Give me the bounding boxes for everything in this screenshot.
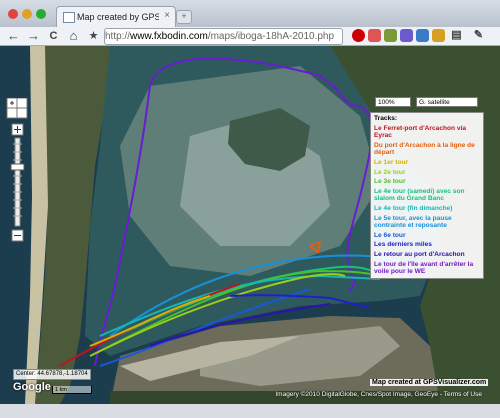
- close-window-icon[interactable]: [8, 9, 18, 19]
- zoom-slider-handle[interactable]: [10, 163, 25, 171]
- zoom-slider-track[interactable]: [14, 137, 21, 227]
- legend-track-item[interactable]: Le 2e tour: [374, 169, 480, 177]
- map-type-select[interactable]: G. satellite: [416, 97, 478, 107]
- extension-icon[interactable]: [432, 29, 445, 42]
- map-scale-bar: 1 km: [52, 386, 92, 394]
- forward-button[interactable]: →: [26, 28, 41, 44]
- legend-track-item[interactable]: Le 1er tour: [374, 159, 480, 167]
- center-coordinates: Center: 44.67878,-1.18704: [13, 369, 91, 380]
- extension-icon[interactable]: [416, 29, 429, 42]
- browser-window: Map created by GPS Visualiz... × + ← → C…: [0, 0, 500, 418]
- tab-title: Map created by GPS Visualiz...: [77, 12, 159, 22]
- legend-track-item[interactable]: Le 5e tour, avec la pause contrainte et …: [374, 215, 480, 230]
- google-logo: Google: [13, 381, 51, 393]
- tracks-legend: Tracks: Le Ferret-port d'Arcachon via Ey…: [370, 112, 484, 279]
- legend-track-item[interactable]: Le 4e tour (samedi) avec son slalom du G…: [374, 188, 480, 203]
- legend-track-item[interactable]: Les derniers miles: [374, 241, 480, 249]
- extension-icon[interactable]: [384, 29, 397, 42]
- status-bar: [0, 404, 500, 418]
- extension-icon[interactable]: [368, 29, 381, 42]
- toolbar: ← → C ⌂ ★ http://www.fxbodin.com/maps/ib…: [0, 27, 500, 46]
- tab-close-icon[interactable]: ×: [164, 10, 170, 21]
- page-favicon-icon: [63, 12, 75, 23]
- legend-track-item[interactable]: Le retour au port d'Arcachon: [374, 251, 480, 259]
- bookmark-star-icon[interactable]: ★: [86, 28, 101, 44]
- satellite-map[interactable]: 100% G. satellite Tracks: Le Ferret-port…: [0, 46, 500, 404]
- url-scheme: http://: [105, 31, 131, 42]
- legend-track-item[interactable]: Le 3e tour: [374, 178, 480, 186]
- home-button[interactable]: ⌂: [66, 28, 81, 44]
- url-path: /maps/iboga-18hA-2010.php: [207, 31, 335, 42]
- zoom-percent-value: 100%: [378, 99, 395, 106]
- stop-extension-icon[interactable]: [352, 29, 365, 42]
- pan-control[interactable]: [6, 98, 28, 119]
- tab-strip: Map created by GPS Visualiz... × +: [0, 0, 500, 28]
- legend-track-item[interactable]: Du port d'Arcachon à la ligne de départ: [374, 142, 480, 157]
- map-attribution: Imagery ©2010 DigitalGlobe, Cnes/Spot Im…: [275, 391, 482, 398]
- reload-button[interactable]: C: [46, 28, 61, 44]
- url-domain: www.fxbodin.com: [130, 31, 208, 42]
- page-menu-icon[interactable]: ▤: [450, 29, 463, 42]
- legend-track-item[interactable]: Le tour de l'île avant d'arrêter la voil…: [374, 261, 480, 276]
- minimize-window-icon[interactable]: [22, 9, 32, 19]
- extension-icon[interactable]: [400, 29, 413, 42]
- zoom-window-icon[interactable]: [36, 9, 46, 19]
- gpsvisualizer-credit[interactable]: Map created at GPSVisualizer.com: [370, 379, 489, 386]
- legend-track-item[interactable]: Le Ferret-port d'Arcachon via Eyrac: [374, 125, 480, 140]
- map-type-value: G. satellite: [419, 99, 450, 106]
- address-bar[interactable]: http://www.fxbodin.com/maps/iboga-18hA-2…: [104, 28, 343, 45]
- wrench-menu-icon[interactable]: ✎: [472, 29, 485, 42]
- legend-track-item[interactable]: Le 4e tour (fin dimanche): [374, 205, 480, 213]
- back-button[interactable]: ←: [6, 28, 21, 44]
- legend-track-item[interactable]: Le 6e tour: [374, 232, 480, 240]
- new-tab-button[interactable]: +: [176, 10, 192, 24]
- tracks-header: Tracks:: [374, 115, 398, 122]
- tab-map[interactable]: Map created by GPS Visualiz... ×: [56, 6, 176, 28]
- zoom-percent-select[interactable]: 100%: [375, 97, 411, 107]
